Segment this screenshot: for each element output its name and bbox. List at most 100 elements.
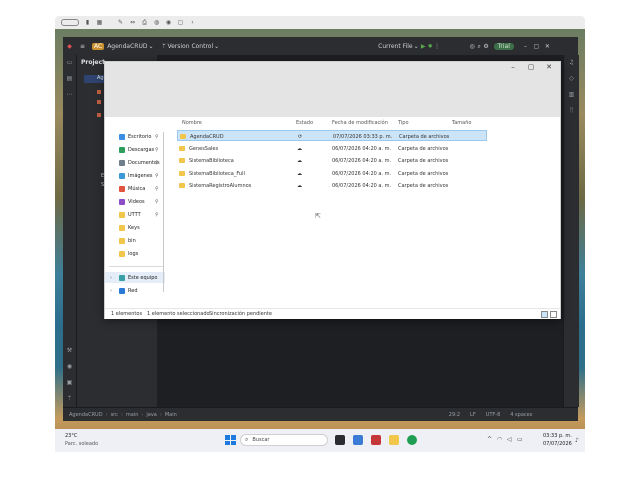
breadcrumb-item[interactable]: Main	[165, 412, 177, 418]
nav-item[interactable]: Imágenes ⚲	[105, 170, 165, 181]
search-label: Buscar	[252, 437, 270, 443]
project-selector[interactable]: AgendaCRUD	[107, 43, 147, 50]
tree-item-project[interactable]: Ag	[97, 75, 104, 81]
terminal-icon[interactable]: ▣	[66, 379, 73, 386]
breadcrumb-item[interactable]: java	[146, 412, 156, 418]
nav-item[interactable]: Videos ⚲	[105, 196, 165, 207]
search-icon[interactable]: ⌕	[476, 43, 483, 50]
window-icon[interactable]: ▢	[177, 19, 184, 26]
clock-date[interactable]: 07/07/2026	[543, 441, 572, 447]
maximize-icon[interactable]: ▢	[522, 63, 540, 71]
trial-badge[interactable]: Trial	[493, 42, 514, 50]
pin-icon: ⚲	[155, 159, 159, 166]
nav-item[interactable]: logs	[105, 248, 165, 259]
clock-time[interactable]: 03:33 p. m.	[543, 433, 572, 439]
nav-item[interactable]: Documentos ⚲	[105, 157, 165, 168]
file-row[interactable]: SistemaRegistroAlumnos ☁ 06/07/2026 04:20 …	[177, 180, 487, 191]
details-view-icon[interactable]	[541, 311, 548, 318]
weather-temperature[interactable]: 23°C	[65, 433, 77, 439]
more-icon[interactable]: ⋯	[66, 91, 73, 98]
minimize-icon[interactable]: –	[504, 63, 522, 71]
code-icon[interactable]: ⇔	[129, 19, 136, 26]
nav-item[interactable]: Descargas ⚲	[105, 144, 165, 155]
nav-item[interactable]: Escritorio ⚲	[105, 131, 165, 142]
column-date[interactable]: Fecha de modificación	[332, 120, 388, 126]
app-icon-photos[interactable]	[353, 435, 363, 445]
structure-icon[interactable]: ▤	[66, 75, 73, 82]
app-icon-intellij[interactable]	[371, 435, 381, 445]
sidebar-scrollbar[interactable]	[163, 132, 164, 292]
close-icon[interactable]: ✕	[544, 43, 551, 50]
file-row[interactable]: AgendaCRUD ⟳ 07/07/2026 03:33 p. m. Carpeta…	[177, 130, 487, 141]
battery-icon[interactable]: ▭	[517, 436, 523, 443]
chevron-right-icon: ›	[110, 274, 112, 281]
breadcrumb-item[interactable]: main	[126, 412, 139, 418]
column-headers: Nombre Estado Fecha de modificación Tipo…	[180, 117, 560, 129]
taskbar: 23°C Parc. soleado ⌕ Buscar ^ ◠ ◁ ▭ 03:3…	[55, 429, 585, 452]
chevron-down-icon: ⌄	[214, 42, 220, 50]
folder-icon[interactable]: ▭	[66, 59, 73, 66]
cursor-position[interactable]: 29:2	[449, 412, 460, 418]
notifications-icon[interactable]: ♫	[568, 59, 575, 66]
computer-icon	[119, 274, 125, 281]
selection-count: 1 elemento seleccionado	[147, 311, 210, 317]
shield-icon[interactable]: ◍	[153, 19, 160, 26]
bookmark-icon[interactable]: ▮	[84, 19, 91, 26]
nav-item[interactable]: bin	[105, 235, 165, 246]
tiles-view-icon[interactable]	[550, 311, 557, 318]
database-icon[interactable]: ▥	[568, 91, 575, 98]
app-icon-file-explorer[interactable]	[389, 435, 399, 445]
breadcrumb-item[interactable]: src	[111, 412, 118, 418]
notification-bell-icon[interactable]: ♪	[575, 437, 579, 444]
column-type[interactable]: Tipo	[398, 120, 409, 126]
chevron-up-icon[interactable]: ^	[487, 436, 492, 443]
nav-item-this-pc[interactable]: › Este equipo	[105, 272, 165, 283]
main-menu-icon[interactable]: ≡	[79, 43, 86, 50]
column-name[interactable]: Nombre	[182, 120, 202, 126]
breadcrumb-item[interactable]: AgendaCRUD	[69, 412, 103, 418]
tool-icon[interactable]: ✎	[117, 19, 124, 26]
volume-icon[interactable]: ◁	[507, 436, 512, 443]
maven-icon[interactable]: ᛖ	[568, 107, 575, 114]
debug-icon[interactable]: ✹	[427, 43, 434, 50]
file-row[interactable]: SistemaBiblioteca ☁ 06/07/2026 04:20 a. m.…	[177, 155, 487, 166]
file-encoding[interactable]: UTF-8	[486, 412, 501, 418]
taskview-icon[interactable]	[335, 435, 345, 445]
build-icon[interactable]: ⚒	[66, 347, 73, 354]
chevron-left-icon[interactable]: ‹	[189, 19, 196, 26]
file-row[interactable]: SistemaBiblioteca_Full ☁ 06/07/2026 04:20 …	[177, 168, 487, 179]
services-icon[interactable]: ◉	[66, 363, 73, 370]
ai-assistant-icon[interactable]: ◎	[469, 43, 476, 50]
start-button[interactable]	[225, 435, 236, 445]
grid-icon[interactable]: ▦	[96, 19, 103, 26]
nav-item[interactable]: Música ⚲	[105, 183, 165, 194]
folder-icon	[180, 134, 186, 139]
line-separator[interactable]: LF	[470, 412, 476, 418]
pin-icon: ⚲	[155, 133, 159, 140]
vcs-menu[interactable]: Version Control	[167, 43, 213, 50]
gear-icon[interactable]: ⚙	[483, 43, 490, 50]
nav-item[interactable]: Keys	[105, 222, 165, 233]
app-icon-chrome[interactable]	[407, 435, 417, 445]
print-icon[interactable]: ⎙	[141, 19, 148, 26]
close-icon[interactable]: ✕	[540, 63, 558, 71]
column-status[interactable]: Estado	[296, 120, 313, 126]
lock-icon[interactable]: ◉	[165, 19, 172, 26]
maximize-icon[interactable]: ▢	[533, 43, 540, 50]
git-icon[interactable]: ᛘ	[66, 395, 73, 402]
run-icon[interactable]: ▶	[420, 43, 427, 50]
minimize-icon[interactable]: –	[522, 43, 529, 50]
file-row[interactable]: GenesSales ☁ 06/07/2026 04:20 a. m. Carpeta…	[177, 143, 487, 154]
taskbar-search[interactable]: ⌕ Buscar	[240, 434, 328, 446]
sidebar-toggle-icon[interactable]	[61, 19, 79, 26]
windows-logo-icon	[225, 435, 230, 440]
run-config-selector[interactable]: Current File	[378, 43, 412, 50]
indent-setting[interactable]: 4 spaces	[510, 412, 532, 418]
more-icon[interactable]: ⋮	[434, 43, 441, 50]
wifi-icon[interactable]: ◠	[497, 436, 502, 443]
column-size[interactable]: Tamaño	[452, 120, 471, 126]
ai-icon[interactable]: ◇	[568, 75, 575, 82]
nav-item[interactable]: UTTT ⚲	[105, 209, 165, 220]
weather-condition[interactable]: Parc. soleado	[65, 441, 98, 447]
nav-item-network[interactable]: › Red	[105, 285, 165, 296]
